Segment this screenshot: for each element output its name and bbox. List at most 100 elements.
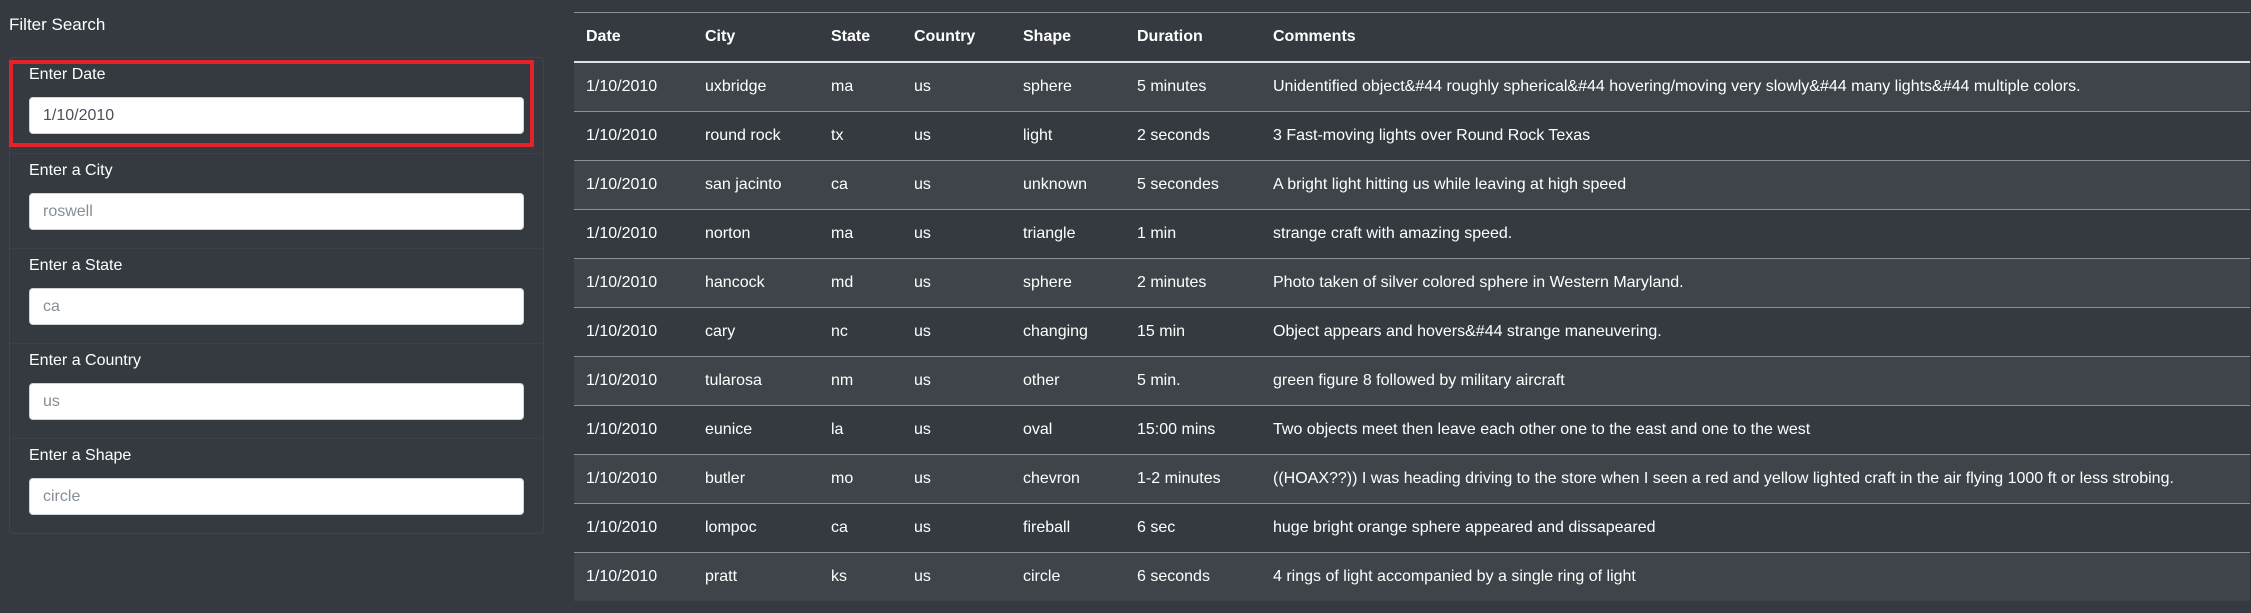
cell-city: eunice	[693, 405, 819, 455]
cell-comments: A bright light hitting us while leaving …	[1261, 160, 2250, 210]
table-header: Date City State Country Shape Duration C…	[574, 12, 2250, 63]
date-filter-input[interactable]	[29, 97, 524, 134]
cell-date: 1/10/2010	[574, 307, 693, 357]
shape-filter-input[interactable]	[29, 478, 524, 515]
header-country: Country	[902, 12, 1011, 63]
cell-city: uxbridge	[693, 62, 819, 112]
filter-item-shape: Enter a Shape	[10, 438, 543, 533]
cell-country: us	[902, 160, 1011, 210]
header-state: State	[819, 12, 902, 63]
ufo-results-table-container: Date City State Country Shape Duration C…	[574, 12, 2250, 601]
filter-sidebar: Filter Search Enter Date Enter a City En…	[9, 0, 544, 534]
cell-state: nc	[819, 307, 902, 357]
cell-city: san jacinto	[693, 160, 819, 210]
cell-country: us	[902, 111, 1011, 161]
header-date: Date	[574, 12, 693, 63]
state-filter-label: Enter a State	[29, 257, 123, 274]
cell-date: 1/10/2010	[574, 356, 693, 406]
cell-state: ks	[819, 552, 902, 601]
table-row: 1/10/2010 tularosa nm us other 5 min. green fi…	[574, 356, 2250, 406]
country-filter-input[interactable]	[29, 383, 524, 420]
cell-comments: Photo taken of silver colored sphere in …	[1261, 258, 2250, 308]
cell-country: us	[902, 503, 1011, 553]
cell-comments: huge bright orange sphere appeared and d…	[1261, 503, 2250, 553]
cell-country: us	[902, 258, 1011, 308]
table-body: 1/10/2010 uxbridge ma us sphere 5 minutes Unid…	[574, 62, 2250, 601]
cell-country: us	[902, 552, 1011, 601]
cell-shape: oval	[1011, 405, 1125, 455]
cell-state: mo	[819, 454, 902, 504]
cell-shape: circle	[1011, 552, 1125, 601]
cell-shape: changing	[1011, 307, 1125, 357]
cell-city: hancock	[693, 258, 819, 308]
cell-date: 1/10/2010	[574, 258, 693, 308]
cell-shape: sphere	[1011, 62, 1125, 112]
cell-state: ca	[819, 503, 902, 553]
cell-city: norton	[693, 209, 819, 259]
table-row: 1/10/2010 norton ma us triangle 1 min strange …	[574, 209, 2250, 259]
table-row: 1/10/2010 round rock tx us light 2 seconds 3 F…	[574, 111, 2250, 161]
cell-comments: ((HOAX??)) I was heading driving to the …	[1261, 454, 2250, 504]
filter-list: Enter Date Enter a City Enter a State En…	[9, 57, 544, 534]
table-row: 1/10/2010 eunice la us oval 15:00 mins Two obj…	[574, 405, 2250, 455]
cell-city: tularosa	[693, 356, 819, 406]
cell-state: ma	[819, 62, 902, 112]
filter-item-state: Enter a State	[10, 248, 543, 343]
cell-comments: 4 rings of light accompanied by a single…	[1261, 552, 2250, 601]
cell-country: us	[902, 405, 1011, 455]
cell-duration: 6 seconds	[1125, 552, 1261, 601]
cell-shape: fireball	[1011, 503, 1125, 553]
cell-shape: chevron	[1011, 454, 1125, 504]
cell-date: 1/10/2010	[574, 454, 693, 504]
table-row: 1/10/2010 hancock md us sphere 2 minutes Photo…	[574, 258, 2250, 308]
cell-city: pratt	[693, 552, 819, 601]
cell-duration: 6 sec	[1125, 503, 1261, 553]
header-duration: Duration	[1125, 12, 1261, 63]
date-filter-label: Enter Date	[29, 66, 106, 83]
header-row: Date City State Country Shape Duration C…	[574, 12, 2250, 63]
cell-city: butler	[693, 454, 819, 504]
table-row: 1/10/2010 san jacinto ca us unknown 5 seconde…	[574, 160, 2250, 210]
cell-duration: 1-2 minutes	[1125, 454, 1261, 504]
cell-city: cary	[693, 307, 819, 357]
cell-comments: Object appears and hovers&#44 strange ma…	[1261, 307, 2250, 357]
city-filter-input[interactable]	[29, 193, 524, 230]
cell-country: us	[902, 307, 1011, 357]
cell-duration: 1 min	[1125, 209, 1261, 259]
state-filter-input[interactable]	[29, 288, 524, 325]
cell-comments: 3 Fast-moving lights over Round Rock Tex…	[1261, 111, 2250, 161]
filter-item-date: Enter Date	[10, 58, 543, 153]
cell-duration: 2 minutes	[1125, 258, 1261, 308]
ufo-sightings-table: Date City State Country Shape Duration C…	[574, 12, 2250, 601]
cell-date: 1/10/2010	[574, 552, 693, 601]
header-shape: Shape	[1011, 12, 1125, 63]
cell-state: md	[819, 258, 902, 308]
cell-shape: unknown	[1011, 160, 1125, 210]
cell-state: ma	[819, 209, 902, 259]
filter-item-city: Enter a City	[10, 153, 543, 248]
cell-shape: triangle	[1011, 209, 1125, 259]
table-row: 1/10/2010 lompoc ca us fireball 6 sec huge bri…	[574, 503, 2250, 553]
filter-item-country: Enter a Country	[10, 343, 543, 438]
cell-comments: green figure 8 followed by military airc…	[1261, 356, 2250, 406]
cell-shape: other	[1011, 356, 1125, 406]
table-row: 1/10/2010 butler mo us chevron 1-2 minutes ((H…	[574, 454, 2250, 504]
cell-comments: strange craft with amazing speed.	[1261, 209, 2250, 259]
table-row: 1/10/2010 pratt ks us circle 6 seconds 4 rings…	[574, 552, 2250, 601]
filter-search-title: Filter Search	[9, 15, 106, 34]
shape-filter-label: Enter a Shape	[29, 447, 132, 464]
cell-country: us	[902, 62, 1011, 112]
cell-country: us	[902, 209, 1011, 259]
cell-comments: Unidentified object&#44 roughly spherica…	[1261, 62, 2250, 112]
cell-shape: sphere	[1011, 258, 1125, 308]
cell-date: 1/10/2010	[574, 209, 693, 259]
cell-state: ca	[819, 160, 902, 210]
header-city: City	[693, 12, 819, 63]
cell-country: us	[902, 356, 1011, 406]
cell-duration: 2 seconds	[1125, 111, 1261, 161]
city-filter-label: Enter a City	[29, 162, 113, 179]
cell-date: 1/10/2010	[574, 160, 693, 210]
cell-date: 1/10/2010	[574, 503, 693, 553]
cell-duration: 15 min	[1125, 307, 1261, 357]
cell-duration: 5 secondes	[1125, 160, 1261, 210]
